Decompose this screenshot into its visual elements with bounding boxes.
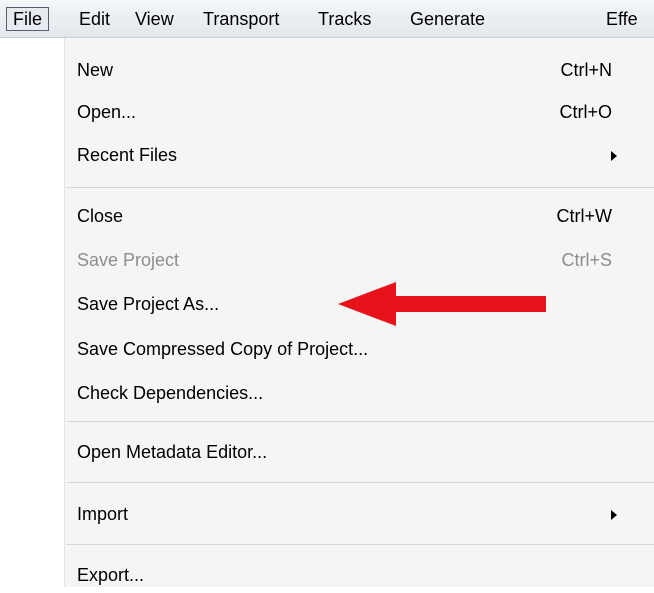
menu-item-shortcut: Ctrl+S [561,250,612,270]
menu-separator [66,421,654,422]
menu-generate[interactable]: Generate [410,7,485,31]
menu-item-new[interactable]: New Ctrl+N [66,52,638,88]
menu-item-shortcut: Ctrl+O [559,102,612,122]
menu-item-label: Open... [77,102,137,122]
menu-item-import[interactable]: Import [66,496,638,532]
menu-item-check-dependencies[interactable]: Check Dependencies... [66,375,638,411]
menu-item-save-compressed-copy[interactable]: Save Compressed Copy of Project... [66,331,638,367]
menu-item-label: Recent Files [77,145,178,165]
menu-bar: File Edit View Transport Tracks Generate… [0,0,654,38]
file-menu-dropdown: New Ctrl+N Open... Ctrl+O Recent Files C… [0,38,654,587]
submenu-arrow-icon [611,151,617,161]
menu-item-save-project: Save Project Ctrl+S [66,242,638,278]
menu-item-recent-files[interactable]: Recent Files [66,137,638,173]
menu-item-label: Save Compressed Copy of Project... [77,339,369,359]
menu-tracks[interactable]: Tracks [318,7,371,31]
menu-view[interactable]: View [135,7,174,31]
menu-item-label: Save Project As... [77,294,220,314]
submenu-arrow-icon [611,510,617,520]
menu-separator [66,482,654,483]
menu-item-export[interactable]: Export... [66,557,638,593]
menu-item-label: Import [77,504,129,524]
menu-effect[interactable]: Effe [606,7,638,31]
menu-item-label: Check Dependencies... [77,383,264,403]
menu-separator [66,187,654,188]
menu-edit[interactable]: Edit [79,7,110,31]
menu-item-label: Export... [77,565,145,585]
menu-item-label: Close [77,206,124,226]
menu-item-shortcut: Ctrl+W [556,206,613,226]
menu-icon-gutter [0,38,64,587]
red-pointer-arrow-icon [338,282,546,326]
menu-item-label: New [77,60,114,80]
menu-item-label: Save Project [77,250,180,270]
menu-separator [66,544,654,545]
menu-item-close[interactable]: Close Ctrl+W [66,198,638,234]
menu-item-shortcut: Ctrl+N [560,60,612,80]
menu-item-open-metadata-editor[interactable]: Open Metadata Editor... [66,434,638,470]
menu-item-label: Open Metadata Editor... [77,442,268,462]
menu-transport[interactable]: Transport [203,7,279,31]
menu-gutter-divider [64,38,65,587]
menu-item-open[interactable]: Open... Ctrl+O [66,94,638,130]
menu-file[interactable]: File [6,7,50,31]
